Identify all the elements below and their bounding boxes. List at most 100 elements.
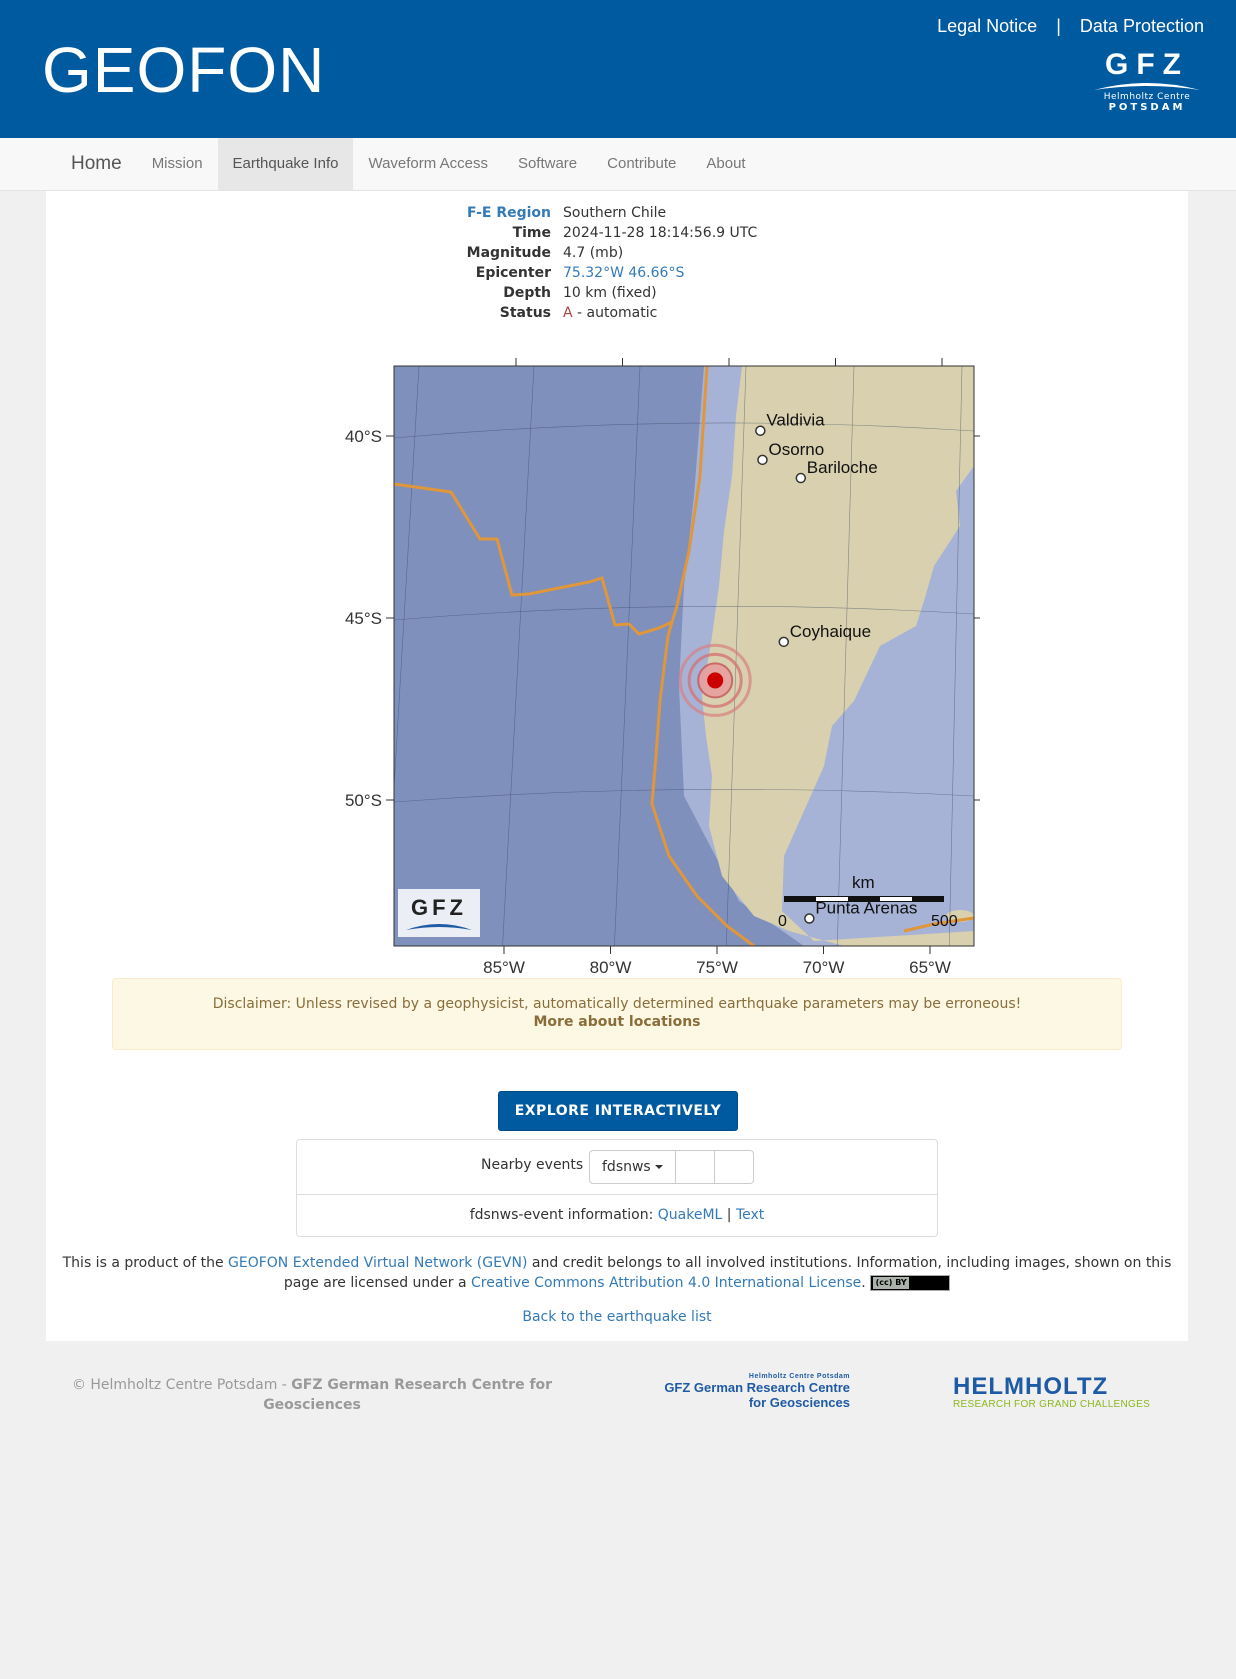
top-links: Legal Notice | Data Protection <box>937 16 1204 37</box>
helmholtz-name: HELMHOLTZ <box>953 1373 1109 1400</box>
gevn-link[interactable]: GEOFON Extended Virtual Network (GEVN) <box>228 1255 527 1271</box>
fdsnws-info-row: fdsnws-event information: QuakeML | Text <box>297 1195 937 1235</box>
gfz-footer-logo-line2: for Geosciences <box>748 1395 850 1410</box>
footer-copyright: © Helmholtz Centre Potsdam - GFZ German … <box>62 1375 562 1415</box>
nav-mission[interactable]: Mission <box>137 138 218 190</box>
city-dot <box>804 913 815 924</box>
region-label[interactable]: F-E Region <box>467 203 551 223</box>
depth-value: 10 km (fixed) <box>563 285 657 301</box>
disclaimer-alert: Disclaimer: Unless revised by a geophysi… <box>112 978 1122 1050</box>
gfz-header-logo[interactable]: GFZ Helmholtz Centre POTSDAM <box>1092 50 1202 113</box>
status-text: - automatic <box>572 305 658 321</box>
nav-contribute[interactable]: Contribute <box>592 138 691 190</box>
data-protection-link[interactable]: Data Protection <box>1080 16 1204 36</box>
scale-unit: km <box>852 873 875 892</box>
nearby-events-label: Nearby events <box>481 1157 584 1173</box>
region-value: Southern Chile <box>563 205 667 221</box>
footer-copy-org: GFZ German Research Centre for Geoscienc… <box>263 1377 553 1413</box>
nearby-row: Nearby events fdsnws <box>297 1140 937 1195</box>
disclaimer-text: Disclaimer: Unless revised by a geophysi… <box>212 996 1022 1012</box>
gfz-footer-logo[interactable]: Helmholtz Centre Potsdam GFZ German Rese… <box>650 1373 850 1410</box>
map-svg: 40°S 45°S 50°S 85°W 80°W 75°W 70°W 65°W Valdiv… <box>345 358 980 976</box>
legal-notice-link[interactable]: Legal Notice <box>937 16 1037 36</box>
nearby-button-2[interactable] <box>674 1150 715 1184</box>
more-about-locations-link[interactable]: More about locations <box>113 1014 1121 1030</box>
fdsnws-dropdown-label: fdsnws <box>602 1159 651 1175</box>
magnitude-value: 4.7 (mb) <box>563 245 624 261</box>
event-map[interactable]: 40°S 45°S 50°S 85°W 80°W 75°W 70°W 65°W Valdiv… <box>284 356 980 976</box>
main-content: F-E Region Southern Chile Time 2024-11-2… <box>46 191 1188 1341</box>
top-links-separator: | <box>1056 16 1061 36</box>
epicenter-link[interactable]: 75.32°W 46.66°S <box>563 265 684 281</box>
epicenter-dot <box>707 672 724 689</box>
event-row-time: Time 2024-11-28 18:14:56.9 UTC <box>46 223 1188 243</box>
footer-copy-prefix: © Helmholtz Centre Potsdam - <box>71 1377 292 1393</box>
nav-waveform-access[interactable]: Waveform Access <box>353 138 502 190</box>
lon-label: 70°W <box>803 958 845 976</box>
gfz-logo-line2: POTSDAM <box>1108 102 1186 113</box>
time-label: Time <box>512 225 551 241</box>
nav-about[interactable]: About <box>691 138 760 190</box>
cc-license-link[interactable]: Creative Commons Attribution 4.0 Interna… <box>471 1275 861 1291</box>
epicenter-value: 75.32°W 46.66°S <box>563 263 684 283</box>
nearby-events-panel: Nearby events fdsnws fdsnws-event inform… <box>296 1139 938 1237</box>
city-dot <box>755 425 766 436</box>
nearby-button-3[interactable] <box>713 1150 754 1184</box>
helmholtz-logo[interactable]: HELMHOLTZ RESEARCH FOR GRAND CHALLENGES <box>953 1373 1151 1411</box>
site-header: GEOFON Legal Notice | Data Protection GF… <box>0 0 1236 138</box>
status-code: A <box>563 305 573 321</box>
back-to-list-link[interactable]: Back to the earthquake list <box>522 1309 711 1325</box>
lat-label: 40°S <box>345 427 382 446</box>
fdsnws-dropdown[interactable]: fdsnws <box>589 1150 676 1184</box>
scale-start: 0 <box>778 913 787 930</box>
gfz-footer-logo-line1: GFZ German Research Centre <box>664 1380 850 1395</box>
lon-label: 85°W <box>483 958 525 976</box>
quakeml-link[interactable]: QuakeML <box>658 1207 723 1223</box>
lon-label: 65°W <box>909 958 951 976</box>
credit-text: This is a product of the GEOFON Extended… <box>46 1253 1188 1293</box>
event-row-magnitude: Magnitude 4.7 (mb) <box>46 243 1188 263</box>
fdsnws-sep: | <box>726 1207 732 1223</box>
city-label: Valdivia <box>766 411 825 430</box>
event-details: F-E Region Southern Chile Time 2024-11-2… <box>46 203 1188 323</box>
nav-home[interactable]: Home <box>56 138 137 190</box>
back-link-row: Back to the earthquake list <box>46 1309 1188 1325</box>
gfz-logo-line1: Helmholtz Centre <box>1103 92 1191 102</box>
lat-label: 45°S <box>345 609 382 628</box>
caret-down-icon <box>654 1165 663 1169</box>
nearby-button-group: fdsnws <box>589 1150 754 1184</box>
status-label: Status <box>499 305 551 321</box>
helmholtz-tagline: RESEARCH FOR GRAND CHALLENGES <box>953 1399 1151 1410</box>
time-value: 2024-11-28 18:14:56.9 UTC <box>563 225 758 241</box>
credit-part1: This is a product of the <box>62 1255 229 1271</box>
cc-by-badge[interactable]: (cc) BY <box>870 1275 951 1291</box>
magnitude-label: Magnitude <box>466 245 551 261</box>
site-title[interactable]: GEOFON <box>42 30 325 110</box>
event-row-depth: Depth 10 km (fixed) <box>46 283 1188 303</box>
nav-earthquake-info[interactable]: Earthquake Info <box>217 138 354 190</box>
fdsnws-info-label: fdsnws-event information: <box>469 1207 654 1223</box>
city-label: Osorno <box>768 440 824 459</box>
credit-part3: . <box>861 1275 866 1291</box>
depth-label: Depth <box>503 285 551 301</box>
city-dot <box>757 454 768 466</box>
gfz-map-watermark: GFZ <box>398 889 480 937</box>
event-row-status: Status A - automatic <box>46 303 1188 323</box>
city-label: Coyhaique <box>790 622 871 641</box>
explore-interactively-button[interactable]: EXPLORE INTERACTIVELY <box>498 1091 738 1131</box>
event-row-region: F-E Region Southern Chile <box>46 203 1188 223</box>
status-value: A - automatic <box>563 303 657 323</box>
cc-badge-text: (cc) BY <box>873 1277 910 1289</box>
event-row-epicenter: Epicenter 75.32°W 46.66°S <box>46 263 1188 283</box>
watermark-text: GFZ <box>411 895 467 920</box>
epicenter-label: Epicenter <box>475 265 551 281</box>
lon-label: 75°W <box>696 958 738 976</box>
main-nav: Home Mission Earthquake Info Waveform Ac… <box>0 138 1236 191</box>
lat-label: 50°S <box>345 791 382 810</box>
city-dot <box>795 472 807 484</box>
text-link[interactable]: Text <box>736 1207 764 1223</box>
gfz-footer-logo-small: Helmholtz Centre Potsdam <box>748 1373 850 1380</box>
gfz-logo-mark: GFZ <box>1105 48 1189 81</box>
site-footer: © Helmholtz Centre Potsdam - GFZ German … <box>0 1341 1236 1461</box>
nav-software[interactable]: Software <box>503 138 592 190</box>
